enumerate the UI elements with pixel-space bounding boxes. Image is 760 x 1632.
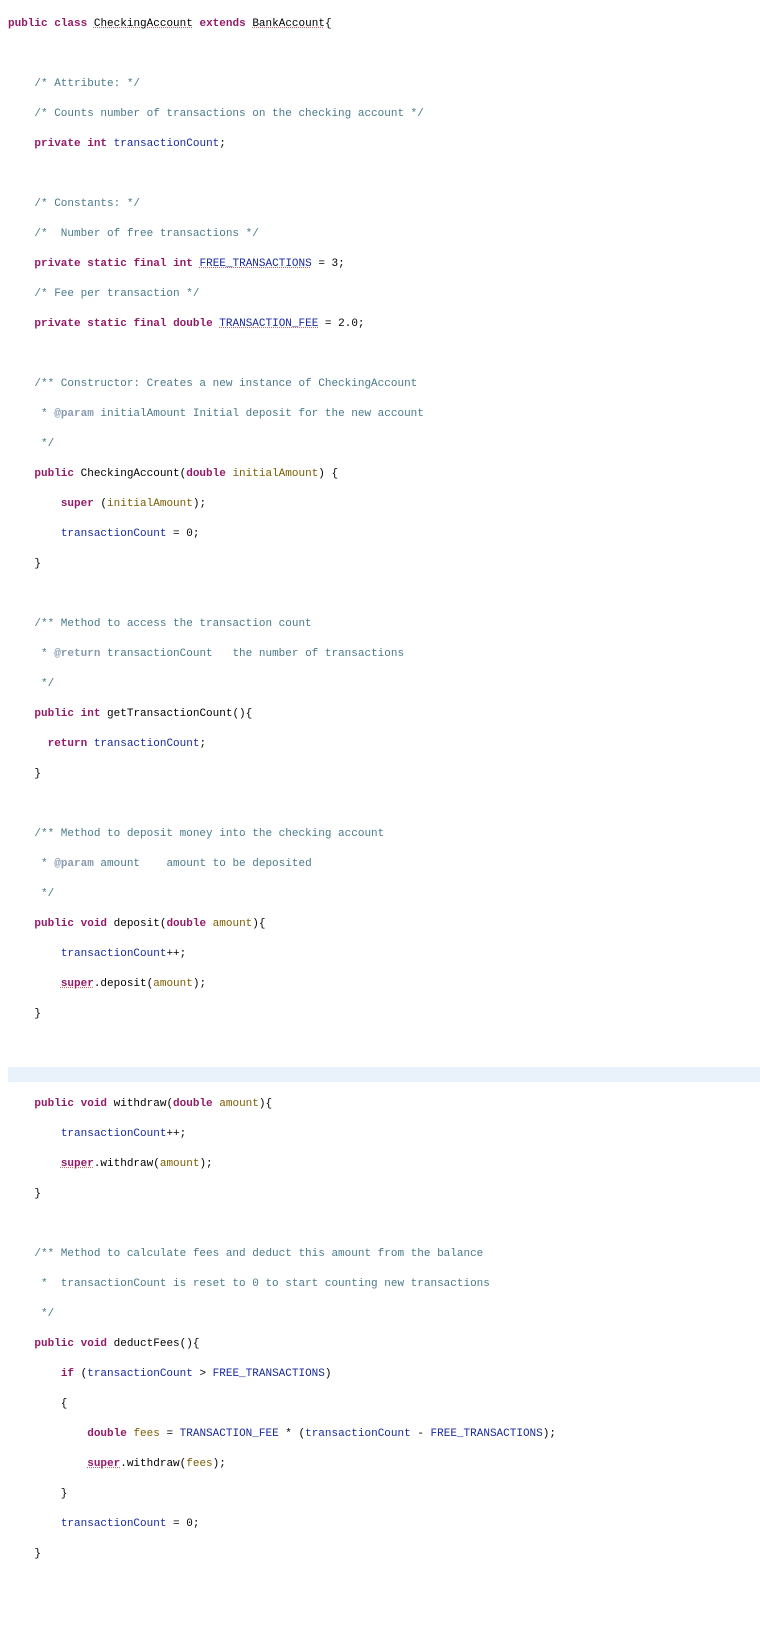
code-editor: public class CheckingAccount extends Ban… [0, 0, 760, 1632]
code-line: public class CheckingAccount extends Ban… [8, 17, 760, 32]
highlighted-line [8, 1067, 760, 1082]
